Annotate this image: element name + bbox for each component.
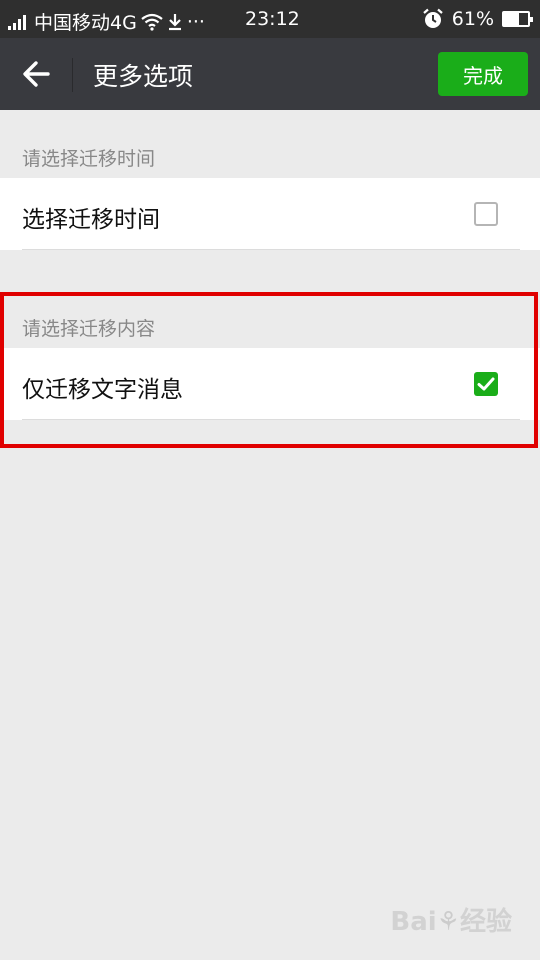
battery-icon <box>502 11 533 27</box>
checkmark-icon <box>477 377 495 391</box>
wifi-icon <box>141 13 163 31</box>
status-right: 61% <box>422 8 533 30</box>
status-bar: 中国移动4G ··· 23:12 61% <box>0 0 540 38</box>
battery-fill <box>504 13 519 25</box>
row-label: 仅迁移文字消息 <box>22 377 183 403</box>
time-checkbox[interactable] <box>474 202 498 226</box>
alarm-icon <box>423 8 443 28</box>
more-notifications-icon: ··· <box>186 10 205 33</box>
row-divider <box>22 249 520 250</box>
battery-percent: 61% <box>451 8 494 30</box>
nav-bar: 更多选项 完成 <box>0 38 540 110</box>
done-button[interactable]: 完成 <box>438 52 528 96</box>
row-divider <box>22 419 520 420</box>
row-select-migration-time[interactable]: 选择迁移时间 <box>0 178 540 250</box>
status-left: 中国移动4G ··· <box>8 8 205 35</box>
back-button[interactable] <box>18 58 58 90</box>
back-arrow-icon <box>23 61 50 87</box>
page-title: 更多选项 <box>93 62 194 91</box>
section-header-content: 请选择迁移内容 <box>22 318 156 340</box>
row-label: 选择迁移时间 <box>22 207 160 233</box>
carrier-label: 中国移动4G <box>34 12 137 34</box>
signal-icon <box>8 14 26 30</box>
download-icon <box>168 13 181 30</box>
baidu-watermark-logo: Bai⚘经验 <box>390 907 512 937</box>
status-time: 23:12 <box>245 8 300 30</box>
section-header-time: 请选择迁移时间 <box>22 148 156 170</box>
text-only-checkbox[interactable] <box>474 372 498 396</box>
nav-divider <box>72 58 73 92</box>
row-text-messages-only[interactable]: 仅迁移文字消息 <box>0 348 540 420</box>
